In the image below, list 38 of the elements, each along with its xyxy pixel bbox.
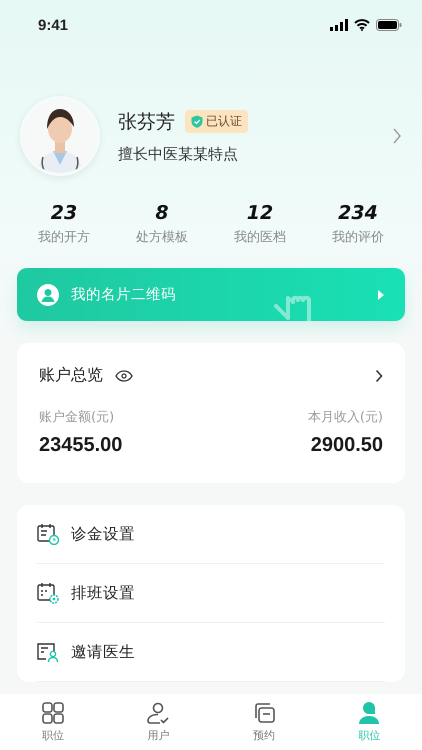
- stat-label: 我的医档: [234, 229, 286, 246]
- balance-value: 23455.00: [39, 434, 122, 457]
- menu-item[interactable]: 诊金设置: [37, 505, 385, 564]
- person-icon: [357, 701, 382, 725]
- wifi-icon: [354, 19, 370, 31]
- play-icon: [377, 288, 385, 300]
- doctor-name: 张芬芳: [118, 110, 175, 134]
- stat-label: 我的开方: [38, 229, 90, 246]
- tab-item[interactable]: 职位: [18, 694, 88, 750]
- menu-item[interactable]: 排班设置: [37, 564, 385, 623]
- calendar-clock-icon: [37, 523, 59, 545]
- income-value: 2900.50: [310, 434, 383, 457]
- stat-label: 我的评价: [332, 229, 384, 246]
- stat-value: 23: [50, 202, 78, 224]
- menu-item[interactable]: 邀请医生: [37, 623, 385, 682]
- profile-card-icon: [37, 641, 59, 663]
- grid-icon: [40, 701, 65, 725]
- status-time: 9:41: [38, 16, 68, 34]
- verified-badge: 已认证: [185, 110, 248, 133]
- stat-value: 12: [246, 202, 274, 224]
- doctor-icon: [37, 284, 59, 306]
- stat-value: 8: [155, 202, 169, 224]
- stat-label: 处方模板: [136, 229, 188, 246]
- income-label: 本月收入(元): [308, 409, 383, 426]
- user-check-icon: [146, 701, 170, 725]
- signal-icon: [330, 19, 348, 31]
- account-title: 账户总览: [39, 365, 103, 386]
- stat-value: 234: [338, 202, 378, 224]
- calendar-gear-icon: [37, 582, 59, 604]
- tab-item[interactable]: 预约: [228, 694, 299, 750]
- chevron-right-icon[interactable]: [375, 368, 383, 382]
- shield-icon: [191, 115, 203, 128]
- balance-label: 账户金额(元): [39, 409, 116, 426]
- battery-icon: [376, 19, 402, 31]
- specialty-text: 擅长中医某某特点: [118, 144, 239, 164]
- banner-label: 我的名片二维码: [71, 286, 177, 304]
- tab-item[interactable]: 用户: [123, 694, 194, 750]
- eye-icon[interactable]: [115, 370, 133, 382]
